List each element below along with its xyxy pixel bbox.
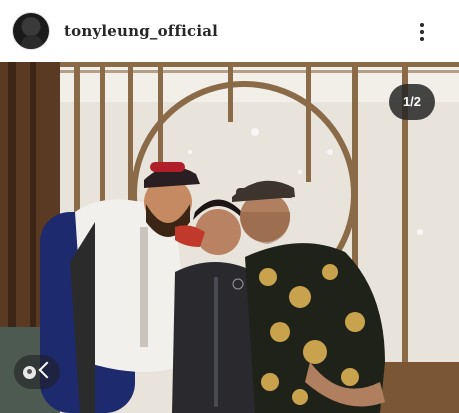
post-photo[interactable]	[0, 62, 459, 413]
more-options-icon[interactable]	[412, 18, 432, 46]
profile-avatar[interactable]	[12, 12, 50, 50]
instagram-post: tonyleung_official 1/2	[0, 0, 459, 413]
previous-image-button[interactable]	[14, 355, 60, 389]
user-tag-icon[interactable]	[23, 366, 36, 379]
post-header: tonyleung_official	[0, 0, 459, 62]
username[interactable]: tonyleung_official	[64, 22, 218, 40]
chevron-left-icon[interactable]	[38, 361, 56, 379]
photo-illustration	[0, 62, 459, 413]
image-counter: 1/2	[389, 84, 435, 120]
